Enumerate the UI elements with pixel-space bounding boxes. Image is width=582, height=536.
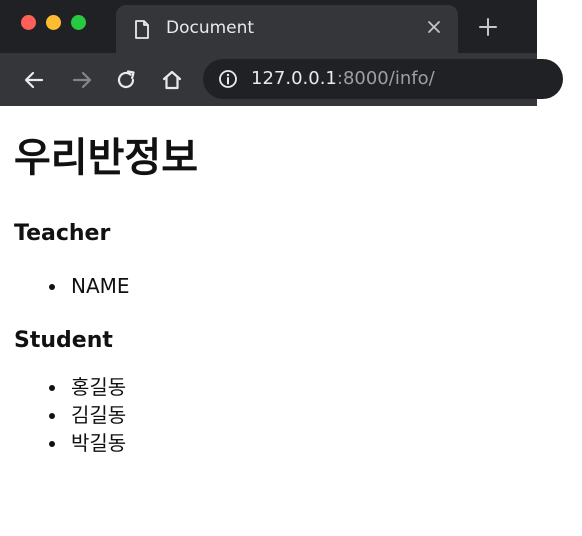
new-tab-plus-icon[interactable]	[478, 17, 498, 37]
browser-chrome: Document 127.0.0.1:8000/info/	[0, 0, 563, 106]
tab-strip: Document	[0, 0, 537, 53]
list-item: 박길동	[49, 429, 582, 457]
student-list: 홍길동 김길동 박길동	[14, 373, 582, 457]
url-host: 127.0.0.1	[251, 68, 337, 89]
url-text: 127.0.0.1:8000/info/	[251, 68, 435, 89]
url-path: :8000/info/	[336, 68, 435, 89]
info-icon[interactable]	[218, 69, 238, 89]
forward-arrow-icon[interactable]	[70, 68, 94, 92]
teacher-heading: Teacher	[14, 221, 111, 246]
document-icon	[134, 20, 150, 39]
address-bar[interactable]: 127.0.0.1:8000/info/	[203, 59, 563, 99]
home-icon[interactable]	[160, 68, 184, 92]
tab-document[interactable]: Document	[116, 5, 458, 53]
toolbar: 127.0.0.1:8000/info/	[0, 53, 563, 106]
teacher-list: NAME	[14, 272, 582, 300]
tab-title: Document	[166, 18, 255, 38]
list-item: NAME	[49, 272, 582, 300]
close-window-button[interactable]	[21, 15, 36, 30]
list-item: 김길동	[49, 401, 582, 429]
close-icon[interactable]	[426, 19, 442, 35]
minimize-window-button[interactable]	[46, 15, 61, 30]
student-heading: Student	[14, 328, 113, 353]
list-item: 홍길동	[49, 373, 582, 401]
back-arrow-icon[interactable]	[22, 68, 46, 92]
maximize-window-button[interactable]	[71, 15, 86, 30]
page-title: 우리반정보	[14, 135, 198, 181]
page-content: 우리반정보 Teacher NAME Student 홍길동 김길동 박길동	[14, 128, 582, 457]
reload-icon[interactable]	[114, 68, 138, 92]
